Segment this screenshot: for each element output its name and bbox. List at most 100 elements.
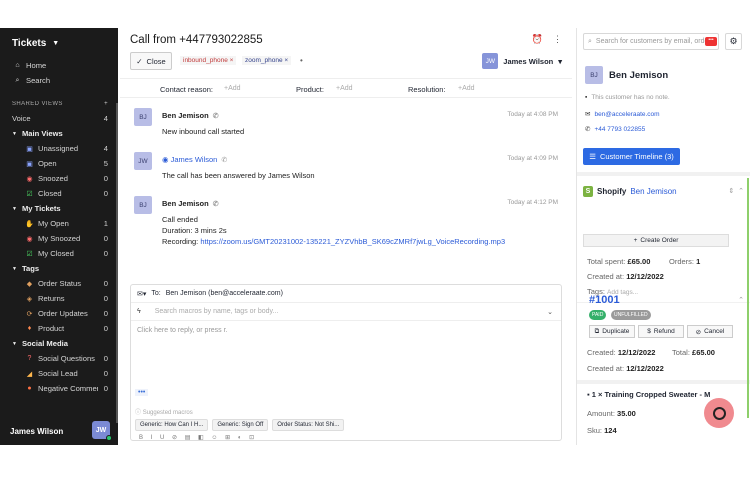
- sidebar-item-search[interactable]: ⌕ Search: [0, 73, 118, 88]
- assignee-name: James Wilson: [503, 56, 554, 66]
- chevron-up-icon[interactable]: ⌃: [738, 296, 744, 304]
- customer-phone[interactable]: ✆ +44 7793 022855: [585, 125, 645, 134]
- avatar[interactable]: JW: [92, 421, 112, 441]
- triangle-down-icon: ▼: [12, 340, 17, 347]
- sidebar-item-order-status[interactable]: ◆ Order Status 0: [0, 276, 118, 291]
- ticket-view: Call from +447793022855 ⏰ ⋮ ✓ Close inbou…: [120, 28, 572, 445]
- shopify-customer-link[interactable]: Ben Jemison: [630, 187, 676, 196]
- message-time: Today at 4:09 PM: [507, 155, 558, 162]
- cancel-order-button[interactable]: ⊘ Cancel: [687, 325, 733, 338]
- sidebar-item-order-updates[interactable]: ⟳ Order Updates 0: [0, 306, 118, 321]
- lightning-icon: ϟ: [137, 308, 141, 315]
- assignee-selector[interactable]: JW James Wilson ▾: [482, 53, 562, 69]
- order-created-at: Created at: 12/12/2022: [587, 364, 664, 373]
- divider: [577, 380, 750, 384]
- orders-count: Orders: 1: [669, 257, 701, 266]
- sidebar-group-tags[interactable]: ▼ Tags: [0, 261, 118, 276]
- sidebar-item-unassigned[interactable]: ▣ Unassigned 4: [0, 141, 118, 156]
- macro-search[interactable]: ϟ Search macros by name, tags or body...…: [131, 303, 561, 321]
- formatting-toolbar[interactable]: B I U ⊘ ▤ ◧ ☺ ⊞ ◐ ⊡: [139, 434, 257, 441]
- expand-quoted-button[interactable]: •••: [135, 389, 149, 396]
- add-resolution-button[interactable]: +Add: [458, 85, 475, 92]
- reply-body-input[interactable]: Click here to reply, or press r.: [131, 321, 561, 340]
- sidebar-item-home[interactable]: ⌂ Home: [0, 58, 118, 73]
- add-product-button[interactable]: +Add: [336, 85, 353, 92]
- recording-link[interactable]: https://zoom.us/GMT20231002-135221_ZYZVh…: [200, 237, 505, 246]
- sidebar-item-open[interactable]: ▣ Open 5: [0, 156, 118, 171]
- add-contact-reason-button[interactable]: +Add: [224, 85, 241, 92]
- alert-icon: ●: [27, 385, 32, 392]
- message-body: New inbound call started: [162, 127, 245, 136]
- sidebar-title: Tickets: [12, 37, 47, 49]
- add-tag-button[interactable]: •: [300, 56, 303, 65]
- caret-down-icon: ▼: [52, 39, 60, 47]
- triangle-down-icon: ▼: [12, 265, 17, 272]
- chevron-down-icon[interactable]: ⌄: [547, 308, 553, 316]
- sidebar-group-main-views[interactable]: ▼ Main Views: [0, 126, 118, 141]
- macro-chip[interactable]: Generic: Sign Off: [212, 419, 269, 431]
- tag-icon: ♦: [27, 325, 32, 332]
- remove-tag-icon[interactable]: ×: [230, 57, 234, 64]
- tickets-menu[interactable]: Tickets ▼: [0, 28, 118, 58]
- create-order-button[interactable]: + Create Order: [583, 234, 729, 247]
- remove-tag-icon[interactable]: ×: [284, 57, 288, 64]
- macro-chip[interactable]: Generic: How Can I H...: [135, 419, 209, 431]
- reply-recipient[interactable]: ✉▾ To: Ben Jemison (ben@acceleraate.com): [131, 285, 561, 303]
- sidebar-item-social-questions[interactable]: ? Social Questions 0: [0, 351, 118, 366]
- tag-inbound-phone[interactable]: inbound_phone ×: [180, 56, 237, 65]
- sidebar-item-negative-comments[interactable]: ●Negative Comments0: [0, 381, 118, 396]
- avatar: JW: [482, 53, 499, 69]
- snooze-icon[interactable]: ⏰: [532, 34, 543, 45]
- alarm-icon: ◉: [26, 175, 33, 183]
- customer-timeline-button[interactable]: ☰ Customer Timeline (3): [583, 148, 680, 165]
- agent-icon: ◉: [162, 155, 169, 164]
- list-icon: ☰: [589, 152, 596, 161]
- message-author: Ben Jemison ✆: [162, 111, 219, 120]
- sidebar-group-social-media[interactable]: ▼ Social Media: [0, 336, 118, 351]
- tag-zoom-phone[interactable]: zoom_phone ×: [242, 56, 292, 65]
- current-user[interactable]: James Wilson JW: [0, 417, 118, 445]
- sidebar-item-voice[interactable]: Voice 4: [0, 111, 118, 126]
- inbox-icon: ▣: [26, 160, 33, 168]
- macro-search-input[interactable]: Search macros by name, tags or body...: [155, 308, 279, 315]
- sidebar-item-my-snoozed[interactable]: ◉ My Snoozed 0: [0, 231, 118, 246]
- triangle-down-icon: ▼: [12, 130, 17, 137]
- sidebar-group-my-tickets[interactable]: ▼ My Tickets: [0, 201, 118, 216]
- sidebar-scrollbar[interactable]: [116, 103, 118, 423]
- panel-scrollbar[interactable]: [747, 178, 749, 418]
- order-number[interactable]: #1001: [589, 294, 620, 306]
- customer-note[interactable]: ▪ This customer has no note.: [585, 94, 670, 101]
- megaphone-icon: ◢: [26, 370, 33, 378]
- ticket-title[interactable]: Call from +447793022855: [130, 34, 263, 46]
- message-author[interactable]: ◉ James Wilson ✆: [162, 155, 227, 164]
- sidebar-item-social-lead[interactable]: ◢ Social Lead 0: [0, 366, 118, 381]
- caret-down-icon: ▾: [558, 56, 562, 66]
- home-icon: ⌂: [15, 62, 20, 69]
- customer-search-input[interactable]: ⌕ Search for customers by email, order: [583, 33, 719, 50]
- order-created: Created: 12/12/2022: [587, 348, 656, 357]
- close-ticket-button[interactable]: ✓ Close: [130, 52, 172, 70]
- customer-email[interactable]: ✉ ben@acceleraate.com: [585, 110, 660, 119]
- macro-chip[interactable]: Order Status: Not Shi...: [272, 419, 345, 431]
- sidebar-item-closed[interactable]: ☑ Closed 0: [0, 186, 118, 201]
- sidebar-item-my-open[interactable]: ✋ My Open 1: [0, 216, 118, 231]
- customer-name[interactable]: Ben Jemison: [609, 70, 668, 81]
- chat-icon: [712, 406, 726, 420]
- avatar: BJ: [134, 108, 152, 126]
- sidebar-item-product[interactable]: ♦ Product 0: [0, 321, 118, 336]
- sidebar-item-returns[interactable]: ◈ Returns 0: [0, 291, 118, 306]
- reorder-icon[interactable]: ⇕: [728, 188, 734, 195]
- sidebar-item-my-closed[interactable]: ☑ My Closed 0: [0, 246, 118, 261]
- status-badge: PAID: [589, 310, 607, 320]
- chat-widget-button[interactable]: [704, 398, 734, 428]
- email-icon[interactable]: ✉▾: [137, 290, 146, 298]
- add-view-button[interactable]: +: [98, 101, 108, 107]
- question-icon: ?: [27, 355, 32, 362]
- sidebar-item-snoozed[interactable]: ◉ Snoozed 0: [0, 171, 118, 186]
- refund-order-button[interactable]: $ Refund: [638, 325, 684, 338]
- more-options-icon[interactable]: ⋮: [553, 34, 562, 45]
- chevron-up-icon[interactable]: ⌃: [738, 188, 744, 195]
- duplicate-order-button[interactable]: ⧉ Duplicate: [589, 325, 635, 338]
- check-icon: ✓: [136, 56, 143, 66]
- gear-icon[interactable]: ⚙: [725, 33, 742, 50]
